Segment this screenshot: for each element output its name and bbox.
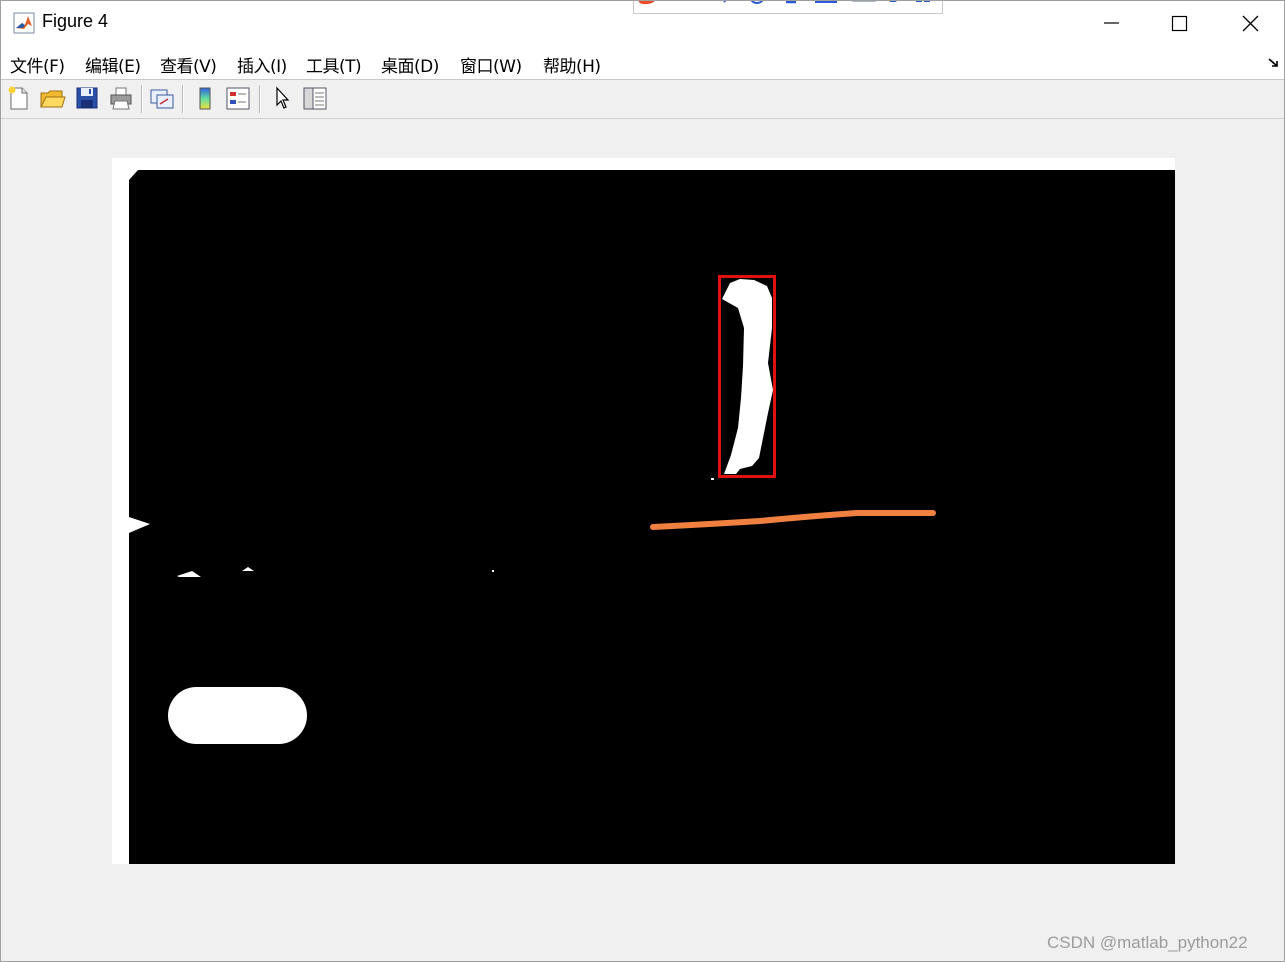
toolbox-icon[interactable] (850, 1, 878, 9)
menu-window[interactable]: 窗口(W) (460, 52, 522, 77)
skin-icon[interactable] (886, 1, 900, 9)
dock-arrow-icon[interactable] (1267, 57, 1281, 69)
menu-file[interactable]: 文件(F) (10, 52, 65, 77)
menu-bar: 文件(F) 编辑(E) 查看(V) 插入(I) 工具(T) 桌面(D) 窗口(W… (1, 45, 1284, 80)
menu-insert[interactable]: 插入(I) (237, 52, 287, 77)
close-button[interactable] (1214, 1, 1284, 45)
menu-tools[interactable]: 工具(T) (306, 52, 362, 77)
property-inspector-icon[interactable] (301, 84, 329, 112)
capsule-blob (168, 687, 307, 744)
title-bar[interactable]: Figure 4 (1, 1, 1284, 45)
toolbar-separator (182, 85, 184, 113)
toolbar-separator (141, 85, 143, 113)
keyboard-icon[interactable] (814, 1, 838, 9)
save-icon[interactable] (73, 84, 101, 112)
microphone-icon[interactable] (782, 1, 800, 9)
chinese-mode-icon[interactable] (682, 1, 702, 9)
more-tools-icon[interactable] (914, 1, 934, 9)
noise-speck (492, 570, 494, 572)
menu-help[interactable]: 帮助(H) (543, 52, 601, 77)
matlab-icon (13, 12, 35, 34)
menu-desktop[interactable]: 桌面(D) (381, 52, 439, 77)
floating-input-toolbar[interactable] (633, 1, 943, 14)
open-file-icon[interactable] (38, 84, 66, 112)
binary-image (129, 170, 1175, 864)
minimize-button[interactable] (1076, 1, 1146, 45)
figure-window: Figure 4 文件(F) 编辑(E) 查看(V) 插入(I) 工具(T) 桌… (0, 0, 1285, 962)
new-figure-icon[interactable] (5, 84, 33, 112)
edit-plot-arrow-icon[interactable] (268, 84, 296, 112)
print-icon[interactable] (107, 84, 135, 112)
window-title: Figure 4 (42, 11, 109, 31)
insert-legend-icon[interactable] (224, 84, 252, 112)
menu-edit[interactable]: 编辑(E) (85, 52, 141, 77)
input-method-logo-icon (638, 1, 655, 5)
emoji-icon[interactable] (746, 1, 768, 9)
link-plot-icon[interactable] (148, 84, 176, 112)
insert-colorbar-icon[interactable] (191, 84, 219, 112)
punctuation-icon[interactable] (722, 1, 736, 9)
noise-speck (711, 478, 714, 480)
watermark: CSDN @matlab_python22 (1047, 933, 1248, 952)
maximize-button[interactable] (1145, 1, 1215, 45)
toolbar-separator (259, 85, 261, 113)
menu-view[interactable]: 查看(V) (160, 52, 217, 77)
image-axes[interactable] (112, 158, 1175, 864)
figure-toolbar (1, 80, 1284, 119)
